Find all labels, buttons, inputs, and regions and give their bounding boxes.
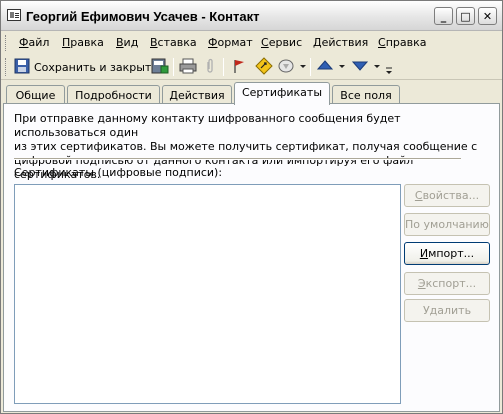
properties-button[interactable]: Свойства... [404, 184, 490, 207]
toolbar-options-button[interactable] [385, 63, 393, 81]
section-divider [14, 158, 461, 160]
contact-window: Георгий Ефимович Усачев - Контакт _ □ ✕ … [0, 0, 503, 414]
contact-card-icon[interactable] [7, 9, 21, 21]
maximize-icon: □ [460, 9, 471, 23]
menu-edit[interactable]: Правка [62, 36, 104, 49]
certificates-list-label: Сертификаты (цифровые подписи): [14, 166, 223, 179]
categorize-button[interactable] [255, 56, 273, 78]
menu-format[interactable]: Формат [208, 36, 253, 49]
import-button[interactable]: Импорт... [404, 242, 490, 265]
menu-view[interactable]: Вид [116, 36, 138, 49]
toolbar-separator [223, 58, 224, 76]
close-button[interactable]: ✕ [478, 7, 497, 25]
save-and-close-button[interactable]: Сохранить и закрыть [14, 58, 158, 76]
save-and-close-label: Сохранить и закрыть [34, 60, 158, 74]
toolbar-separator [310, 58, 311, 76]
toolbar-separator [173, 58, 174, 76]
tab-strip: Общие Подробности Действия Сертификаты В… [1, 82, 502, 105]
minimize-button[interactable]: _ [434, 7, 453, 25]
previous-item-button[interactable] [316, 58, 347, 77]
flag-icon [232, 58, 246, 77]
menubar-grip[interactable] [5, 35, 8, 51]
chevron-down-icon [385, 66, 393, 79]
set-default-button[interactable]: По умолчанию [404, 213, 490, 236]
menu-file[interactable]: Файл [19, 36, 49, 49]
window-title: Георгий Ефимович Усачев - Контакт [26, 9, 260, 24]
delete-button[interactable]: Удалить [404, 299, 490, 322]
minimize-icon: _ [440, 9, 447, 23]
categorize-icon [255, 56, 273, 78]
title-bar[interactable]: Георгий Ефимович Усачев - Контакт _ □ ✕ [1, 1, 502, 31]
down-arrow-icon [351, 58, 382, 77]
tab-details[interactable]: Подробности [67, 85, 160, 104]
save-as-icon [151, 58, 169, 77]
certificates-panel: При отправке данному контакту шифрованно… [3, 103, 500, 412]
print-button[interactable] [179, 58, 197, 76]
map-icon [278, 58, 306, 77]
next-item-button[interactable] [351, 58, 382, 77]
tab-all-fields[interactable]: Все поля [332, 85, 400, 104]
tab-general[interactable]: Общие [6, 85, 65, 104]
save-icon [14, 58, 30, 77]
tab-activities[interactable]: Действия [162, 85, 232, 104]
toolbar-grip[interactable] [5, 58, 8, 76]
menu-bar: Файл Правка Вид Вставка Формат Сервис Де… [1, 32, 502, 54]
attach-icon [205, 58, 215, 77]
menu-tools[interactable]: Сервис [261, 36, 302, 49]
up-arrow-icon [316, 58, 347, 77]
certificates-list[interactable] [14, 184, 401, 404]
save-as-button[interactable] [151, 58, 169, 76]
attach-button[interactable] [205, 58, 215, 76]
close-icon: ✕ [482, 9, 493, 23]
menu-insert[interactable]: Вставка [150, 36, 197, 49]
menu-help[interactable]: Справка [378, 36, 426, 49]
print-icon [179, 58, 197, 77]
tab-certificates[interactable]: Сертификаты [234, 82, 330, 105]
menu-actions[interactable]: Действия [313, 36, 368, 49]
export-button[interactable]: Экспорт... [404, 272, 490, 295]
flag-button[interactable] [232, 58, 246, 76]
map-button[interactable] [278, 58, 306, 76]
standard-toolbar: Сохранить и закрыть [1, 54, 502, 80]
maximize-button[interactable]: □ [456, 7, 475, 25]
